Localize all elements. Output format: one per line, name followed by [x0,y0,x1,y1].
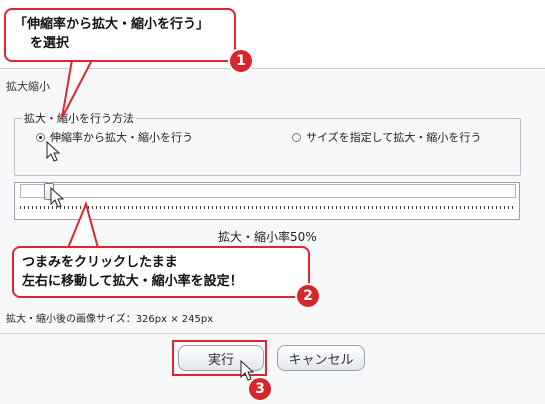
cursor-arrow-icon [50,187,64,208]
step-badge-2: 2 [297,285,319,307]
callout-drag-slider: つまみをクリックしたまま 左右に移動して拡大・縮小率を設定！ [12,246,310,298]
callout1-line1: 「伸縮率から拡大・縮小を行う」 [14,17,210,32]
callout-select-ratio: 「伸縮率から拡大・縮小を行う」 を選択 [4,8,236,62]
cursor-arrow-icon [46,141,60,162]
callout2-line2: 左右に移動して拡大・縮小率を設定！ [22,274,243,289]
step-badge-1: 1 [230,50,252,72]
callout2-pointer [66,200,100,249]
callout1-pointer [61,59,94,119]
callout1-line2: を選択 [30,36,70,51]
cursor-arrow-icon [240,360,254,381]
callout2-line1: つまみをクリックしたまま [22,255,178,270]
